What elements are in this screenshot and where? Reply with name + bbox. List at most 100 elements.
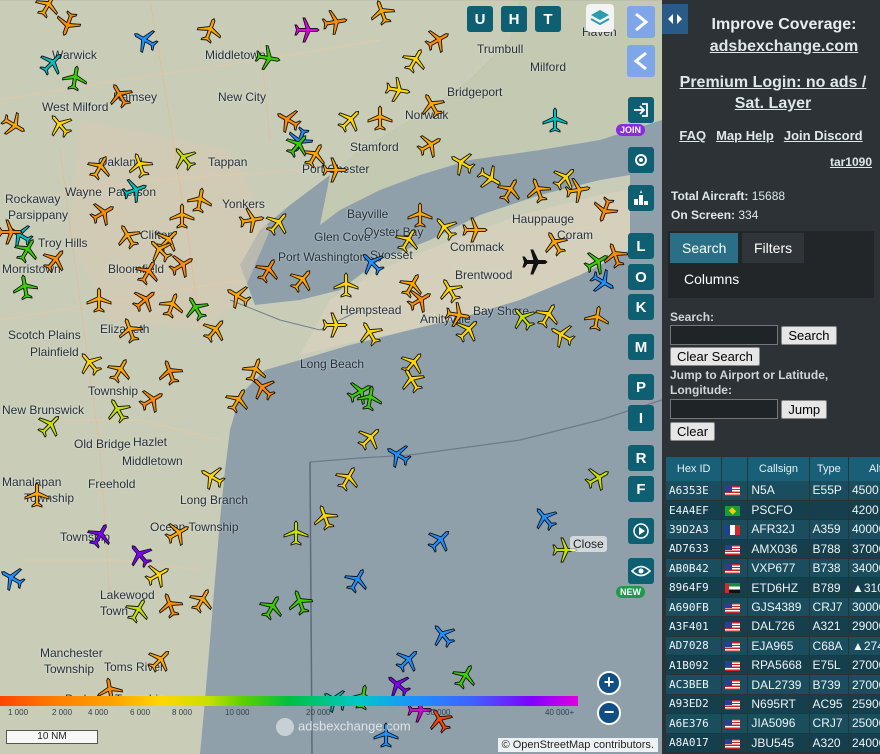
- aircraft-icon[interactable]: [282, 519, 310, 547]
- t-button[interactable]: T: [535, 6, 561, 32]
- aircraft-icon[interactable]: [358, 249, 386, 277]
- aircraft-icon[interactable]: [238, 206, 266, 234]
- aircraft-icon[interactable]: [284, 131, 312, 159]
- aircraft-icon[interactable]: [254, 256, 282, 284]
- m-button[interactable]: M: [628, 334, 654, 360]
- aircraft-icon[interactable]: [384, 441, 412, 469]
- aircraft-icon[interactable]: [356, 384, 384, 412]
- aircraft-icon[interactable]: [398, 366, 426, 394]
- aircraft-icon[interactable]: [406, 201, 434, 229]
- aircraft-icon[interactable]: [418, 91, 446, 119]
- aircraft-icon[interactable]: [11, 273, 39, 301]
- table-row[interactable]: 8964F9 ETD6HZB789▲31000: [666, 577, 880, 598]
- aircraft-icon[interactable]: [524, 176, 552, 204]
- aircraft-icon[interactable]: [121, 176, 149, 204]
- aircraft-icon[interactable]: [144, 561, 172, 589]
- r-button[interactable]: R: [628, 445, 654, 471]
- aircraft-icon[interactable]: [334, 464, 362, 492]
- aircraft-icon[interactable]: [591, 196, 619, 224]
- zoom-in-button[interactable]: +: [597, 671, 621, 695]
- aircraft-icon[interactable]: [36, 411, 64, 439]
- aircraft-icon[interactable]: [85, 286, 113, 314]
- rank-button[interactable]: [628, 185, 654, 211]
- flight-map[interactable]: Warwick Middletown Trumbull Milford Haven Ram…: [0, 0, 662, 754]
- aircraft-icon[interactable]: [156, 591, 184, 619]
- col-callsign[interactable]: Callsign: [747, 457, 810, 481]
- k-button[interactable]: K: [628, 294, 654, 320]
- aircraft-icon[interactable]: [116, 316, 144, 344]
- table-row[interactable]: AD7633 AMX036B78837000: [666, 539, 880, 560]
- tab-search[interactable]: Search: [670, 233, 739, 263]
- aircraft-icon[interactable]: [384, 671, 412, 699]
- aircraft-icon[interactable]: [186, 186, 214, 214]
- aircraft-icon[interactable]: [146, 646, 174, 674]
- aircraft-icon[interactable]: [264, 209, 292, 237]
- col-hex-id[interactable]: Hex ID: [666, 457, 723, 481]
- aircraft-icon[interactable]: [496, 176, 524, 204]
- aircraft-icon[interactable]: [201, 316, 229, 344]
- replay-button[interactable]: [628, 518, 654, 544]
- aircraft-icon[interactable]: [41, 246, 69, 274]
- col-type[interactable]: Type: [809, 457, 850, 481]
- aircraft-icon[interactable]: [356, 319, 384, 347]
- aircraft-icon[interactable]: [89, 199, 117, 227]
- aircraft-icon[interactable]: [86, 153, 114, 181]
- col-alt[interactable]: Alt.: [848, 457, 880, 481]
- p-button[interactable]: P: [628, 374, 654, 400]
- aircraft-icon[interactable]: [188, 586, 216, 614]
- tar1090-link[interactable]: tar1090: [830, 155, 872, 169]
- aircraft-icon[interactable]: [431, 214, 459, 242]
- aircraft-icon[interactable]: [436, 276, 464, 304]
- map-help-link[interactable]: Map Help: [716, 128, 774, 143]
- aircraft-icon[interactable]: [531, 504, 559, 532]
- aircraft-icon[interactable]: [156, 358, 184, 386]
- aircraft-icon[interactable]: [451, 662, 479, 690]
- aircraft-icon[interactable]: [170, 144, 198, 172]
- aircraft-icon[interactable]: [0, 564, 26, 592]
- aircraft-icon[interactable]: [258, 593, 286, 621]
- table-row[interactable]: A1B092 RPA5668E75L27000: [666, 655, 880, 676]
- aircraft-icon[interactable]: [86, 521, 114, 549]
- aircraft-icon[interactable]: [286, 588, 314, 616]
- table-row[interactable]: AB0B42 VXP677B73834000: [666, 558, 880, 579]
- aircraft-icon[interactable]: [0, 111, 28, 139]
- aircraft-icon[interactable]: [224, 282, 252, 310]
- l-button[interactable]: L: [628, 233, 654, 259]
- join-discord-link[interactable]: Join Discord: [784, 128, 863, 143]
- aircraft-icon[interactable]: [366, 104, 394, 132]
- aircraft-icon[interactable]: [541, 106, 569, 134]
- table-row[interactable]: A6353E N5A E55P 4500: [666, 481, 880, 501]
- close-label[interactable]: Close: [570, 536, 607, 552]
- table-row[interactable]: E4A4EF PSCFO 4200: [666, 500, 880, 521]
- faq-link[interactable]: FAQ: [679, 128, 706, 143]
- aircraft-icon[interactable]: [394, 226, 422, 254]
- table-row[interactable]: A690FB GJS4389CRJ730000: [666, 597, 880, 618]
- aircraft-icon[interactable]: [254, 44, 282, 72]
- aircraft-icon[interactable]: [461, 216, 489, 244]
- aircraft-icon[interactable]: [416, 131, 444, 159]
- aircraft-icon[interactable]: [131, 286, 159, 314]
- aircraft-icon[interactable]: [76, 349, 104, 377]
- aircraft-icon[interactable]: [106, 81, 134, 109]
- aircraft-icon[interactable]: [448, 149, 476, 177]
- aircraft-icon[interactable]: [168, 251, 196, 279]
- aircraft-icon[interactable]: [106, 356, 134, 384]
- search-button[interactable]: Search: [781, 325, 837, 345]
- aircraft-icon[interactable]: [311, 503, 339, 531]
- aircraft-icon[interactable]: [332, 271, 360, 299]
- f-button[interactable]: F: [628, 476, 654, 502]
- aircraft-icon[interactable]: [104, 396, 132, 424]
- aircraft-icon[interactable]: [164, 519, 192, 547]
- aircraft-icon[interactable]: [426, 526, 454, 554]
- forward-arrow-button[interactable]: [627, 6, 655, 38]
- aircraft-icon[interactable]: [61, 64, 89, 92]
- aircraft-icon[interactable]: [321, 156, 349, 184]
- o-button[interactable]: O: [628, 264, 654, 290]
- settings-button[interactable]: [628, 147, 654, 173]
- aircraft-icon[interactable]: [274, 106, 302, 134]
- layers-button[interactable]: [586, 4, 614, 32]
- u-button[interactable]: U: [467, 6, 493, 32]
- view-button[interactable]: [628, 558, 654, 584]
- table-row[interactable]: AC3BEB DAL2739B73927000: [666, 674, 880, 695]
- aircraft-icon[interactable]: [131, 26, 159, 54]
